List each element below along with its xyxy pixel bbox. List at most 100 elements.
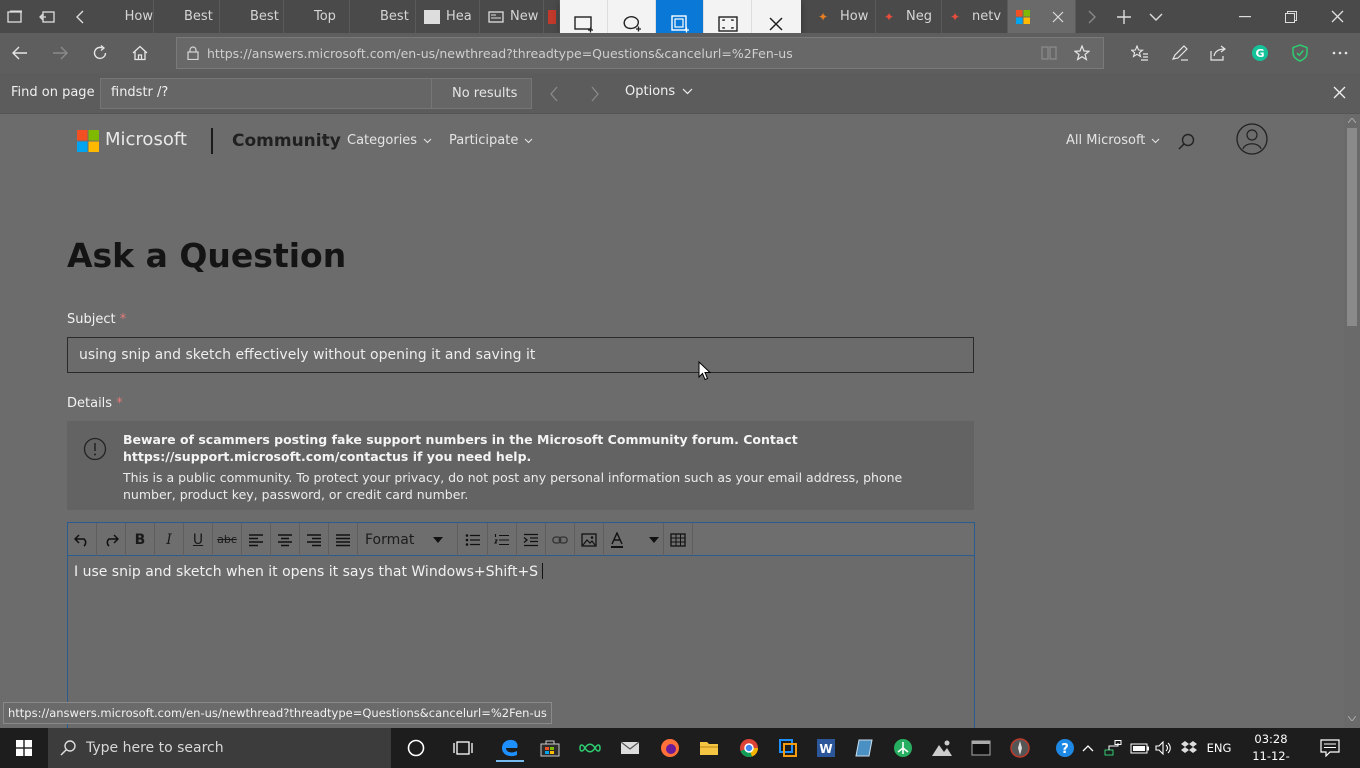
task-view-button[interactable] [449,734,477,762]
insert-table-button[interactable] [664,523,693,556]
tab-7[interactable]: New [480,0,544,33]
chevron-down-icon [682,88,693,95]
search-icon[interactable] [1178,133,1195,150]
user-avatar-icon[interactable] [1236,123,1268,155]
home-button[interactable] [122,37,158,69]
strikethrough-button[interactable]: abc [213,523,242,556]
tab-1[interactable]: How [96,0,154,33]
taskbar-store[interactable] [536,734,564,762]
taskbar-app-box[interactable] [774,734,802,762]
taskbar-edge[interactable] [496,734,524,762]
taskbar-search-box[interactable]: Type here to search [48,728,391,768]
start-button[interactable] [10,734,38,762]
tab-scroll-right-icon[interactable] [1076,0,1108,33]
tab-9[interactable]: ✦ How [810,0,876,33]
share-button[interactable] [1200,37,1236,69]
find-next-icon[interactable] [590,86,600,102]
restore-icon[interactable] [1268,0,1314,33]
editor-body[interactable]: I use snip and sketch when it opens it s… [74,563,544,580]
defender-extension-button[interactable] [1282,37,1318,69]
tab-4[interactable]: Top [284,0,350,33]
numbered-list-button[interactable] [488,523,517,556]
tab-active-microsoft[interactable] [1008,0,1076,33]
align-left-button[interactable] [242,523,271,556]
bullet-list-button[interactable] [459,523,488,556]
refresh-button[interactable] [82,37,118,69]
new-tab-icon[interactable] [1108,0,1140,33]
microsoft-brand-text[interactable]: Microsoft [105,129,187,150]
justify-button[interactable] [329,523,358,556]
favorite-star-icon[interactable] [1074,45,1090,61]
set-tabs-aside-icon[interactable] [32,0,62,33]
taskbar-app-photos[interactable] [928,734,956,762]
insert-link-button[interactable] [546,523,575,556]
cortana-button[interactable] [402,734,430,762]
font-color-button[interactable] [604,523,664,556]
taskbar-app-notebook[interactable] [850,734,878,762]
taskbar-firefox[interactable] [656,734,684,762]
tab-5[interactable]: Best [350,0,416,33]
tab-11[interactable]: ✦ netv [942,0,1008,33]
scrollbar-thumb[interactable] [1347,128,1357,326]
italic-button[interactable]: I [155,523,184,556]
volume-icon[interactable] [1152,734,1176,762]
taskbar-app-loop[interactable] [576,734,604,762]
taskbar-chrome[interactable] [735,734,763,762]
find-previous-icon[interactable] [549,86,559,102]
redo-button[interactable] [97,523,126,556]
bold-icon: B [134,531,146,548]
minimize-icon[interactable] [1222,0,1268,33]
status-bar-url: https://answers.microsoft.com/en-us/newt… [3,702,552,724]
find-options-button[interactable]: Options [625,84,693,99]
nav-participate[interactable]: Participate [449,133,533,148]
format-dropdown[interactable]: Format [358,523,458,556]
show-hidden-icons-chevron-icon[interactable] [1078,734,1098,762]
taskbar-file-explorer[interactable] [695,734,723,762]
dropbox-icon[interactable] [1177,734,1201,762]
taskbar-clock[interactable]: 03:28 11-12-2019 [1240,731,1302,768]
tab-8[interactable] [544,0,560,33]
tab-manager-icon[interactable] [0,0,30,33]
action-center-icon[interactable] [1316,734,1344,762]
back-button[interactable] [2,37,38,69]
close-find-icon[interactable] [1333,86,1346,99]
grammarly-extension-button[interactable]: G [1242,37,1278,69]
tab-3[interactable]: Best [220,0,284,33]
insert-image-button[interactable] [575,523,604,556]
align-center-button[interactable] [271,523,300,556]
settings-more-button[interactable] [1322,37,1358,69]
taskbar-terminal[interactable] [967,734,995,762]
community-link[interactable]: Community [232,131,341,151]
favorites-hub-button[interactable] [1122,37,1158,69]
close-window-icon[interactable] [1314,0,1360,33]
taskbar-word[interactable]: W [812,734,840,762]
forward-button[interactable] [42,37,78,69]
battery-icon[interactable] [1128,734,1152,762]
nav-categories[interactable]: Categories [347,133,432,148]
taskbar-app-tree[interactable] [889,734,917,762]
tab-scroll-left-icon[interactable] [64,0,96,33]
tab-6[interactable]: Hea [416,0,480,33]
find-input[interactable]: findstr /? [100,78,432,109]
tab-10[interactable]: ✦ Neg [876,0,942,33]
underline-button[interactable]: U [184,523,213,556]
align-right-button[interactable] [300,523,329,556]
reading-view-icon[interactable] [1041,46,1057,60]
undo-button[interactable] [68,523,97,556]
close-tab-icon[interactable] [1052,11,1064,23]
taskbar-mail[interactable] [616,734,644,762]
address-bar[interactable]: https://answers.microsoft.com/en-us/newt… [176,37,1104,69]
tab-preview-chevron-icon[interactable] [1140,0,1172,33]
web-note-button[interactable] [1162,37,1198,69]
network-icon[interactable] [1101,734,1125,762]
language-indicator[interactable]: ENG [1203,734,1235,762]
all-microsoft-menu[interactable]: All Microsoft [1066,133,1160,148]
indent-button[interactable] [517,523,546,556]
taskbar-app-compass[interactable] [1006,734,1034,762]
tab-2[interactable]: Best [154,0,220,33]
help-icon[interactable]: ? [1051,734,1079,762]
page-scrollbar[interactable] [1344,114,1360,728]
subject-input[interactable]: using snip and sketch effectively withou… [67,337,974,373]
bold-button[interactable]: B [126,523,155,556]
microsoft-logo-icon[interactable] [77,130,99,152]
